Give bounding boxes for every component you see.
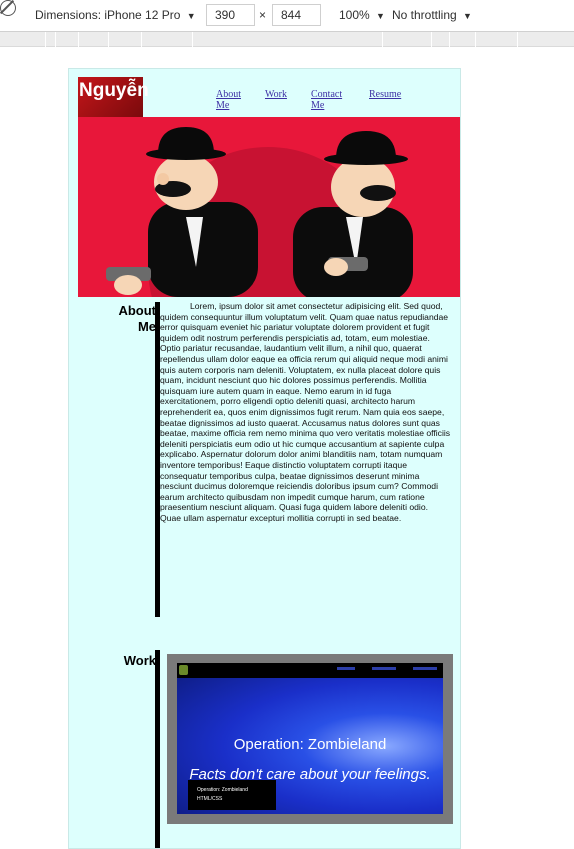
work-divider xyxy=(155,650,160,848)
chevron-down-icon: ▼ xyxy=(186,11,196,21)
site-logo[interactable]: Nguyễn xyxy=(78,77,149,117)
throttling-label: No throttling xyxy=(392,8,457,22)
nav-link-resume[interactable]: Resume xyxy=(369,89,401,100)
throttling-dropdown[interactable]: No throttling ▼ xyxy=(392,8,472,22)
portfolio-page: Nguyễn About Me Work Contact Me Resume A… xyxy=(68,68,461,849)
zoom-dropdown[interactable]: 100% ▼ xyxy=(339,8,385,22)
nav-link-about-me[interactable]: About Me xyxy=(216,89,246,111)
chevron-down-icon: ▼ xyxy=(376,11,385,21)
hero-banner xyxy=(78,117,460,297)
device-viewport: Nguyễn About Me Work Contact Me Resume A… xyxy=(0,48,574,849)
width-input[interactable]: 390 xyxy=(206,4,255,26)
about-heading: About Me xyxy=(118,303,156,334)
rotate-icon[interactable] xyxy=(0,0,16,16)
hero-illustration xyxy=(106,127,413,297)
work-heading: Work xyxy=(123,653,156,668)
project-screenshot: Operation: Zombieland Facts don't care a… xyxy=(177,663,443,814)
zoom-label: 100% xyxy=(339,8,370,22)
zombie-icon xyxy=(179,665,188,675)
device-dimensions-dropdown[interactable]: Dimensions: iPhone 12 Pro ▼ xyxy=(35,8,196,22)
devtools-device-toolbar: Dimensions: iPhone 12 Pro ▼ 390 × 844 10… xyxy=(0,0,574,32)
project-topbar xyxy=(177,663,443,678)
media-query-ruler xyxy=(0,32,574,47)
times-symbol: × xyxy=(259,8,267,22)
project-title: Operation: Zombieland xyxy=(233,736,387,753)
chevron-down-icon: ▼ xyxy=(463,11,472,21)
project-card[interactable]: Operation: Zombieland Facts don't care a… xyxy=(167,654,453,824)
about-body: Lorem, ipsum dolor sit amet consectetur … xyxy=(160,301,451,523)
project-label-tech: HTML/CSS xyxy=(197,796,223,802)
device-dimensions-label: Dimensions: iPhone 12 Pro xyxy=(35,8,181,22)
project-label: Operation: Zombieland HTML/CSS xyxy=(188,780,276,810)
height-input[interactable]: 844 xyxy=(272,4,321,26)
nav-link-work[interactable]: Work xyxy=(265,89,287,100)
nav-link-contact-me[interactable]: Contact Me xyxy=(311,89,349,111)
project-label-title: Operation: Zombieland xyxy=(197,787,248,793)
